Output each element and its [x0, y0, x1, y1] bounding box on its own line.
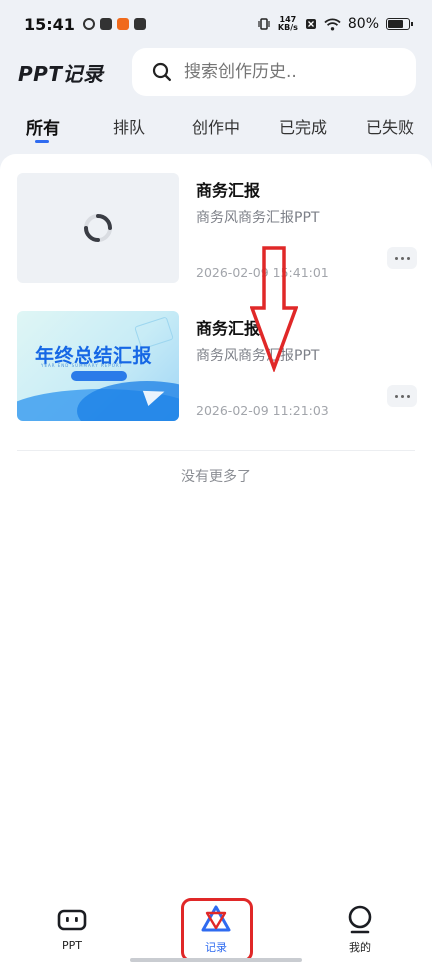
more-options-button[interactable] — [387, 385, 417, 407]
list-divider — [17, 450, 415, 451]
nav-item-profile[interactable]: 我的 — [320, 904, 400, 955]
record-thumbnail-cover: 年终总结汇报 YEAR END SUMMARY REPORT — [17, 311, 179, 421]
record-item[interactable]: 商务汇报 商务风商务汇报PPT 2026-02-09 15:41:01 — [17, 173, 417, 283]
more-dot-icon — [394, 394, 398, 398]
tab-creating[interactable]: 创作中 — [192, 114, 240, 138]
record-list: 商务汇报 商务风商务汇报PPT 2026-02-09 15:41:01 年终总结… — [0, 154, 432, 964]
app-notification-icon — [99, 18, 112, 30]
more-dot-icon — [406, 256, 410, 260]
tab-completed[interactable]: 已完成 — [279, 114, 327, 138]
more-dot-icon — [406, 394, 410, 398]
status-time: 15:41 — [24, 14, 75, 34]
status-tabs: 所有 排队 创作中 已完成 已失败 — [0, 104, 432, 148]
nav-label-profile: 我的 — [349, 941, 371, 954]
vibrate-icon — [258, 18, 270, 30]
notification-icons — [82, 18, 146, 30]
nav-label-ppt: PPT — [62, 939, 82, 952]
battery-percent: 80% — [347, 16, 379, 32]
wifi-icon — [324, 18, 341, 30]
more-dot-icon — [400, 256, 404, 260]
more-options-button[interactable] — [387, 247, 417, 269]
ppt-robot-icon — [57, 909, 87, 931]
search-box[interactable] — [132, 48, 416, 96]
record-thumbnail-loading — [17, 173, 179, 283]
more-dot-icon — [394, 256, 398, 260]
more-dot-icon — [400, 394, 404, 398]
cover-wave — [77, 381, 179, 421]
taobao-notification-icon — [116, 18, 129, 30]
cover-subtitle: YEAR END SUMMARY REPORT — [41, 363, 123, 368]
record-subtitle: 商务风商务汇报PPT — [196, 210, 320, 226]
active-tab-indicator — [35, 140, 49, 143]
record-time: 2026-02-09 11:21:03 — [196, 403, 329, 418]
record-title: 商务汇报 — [196, 181, 261, 200]
list-end-text: 没有更多了 — [181, 469, 251, 485]
status-bar: 15:41 147 KB/s 80% — [0, 0, 432, 48]
net-speed-unit: KB/s — [277, 23, 298, 32]
sync-icon — [82, 18, 95, 30]
tab-queued[interactable]: 排队 — [113, 114, 145, 138]
profile-icon — [348, 905, 372, 934]
loading-spinner-icon — [84, 214, 112, 242]
header: PPT记录 — [0, 48, 432, 96]
tab-failed[interactable]: 已失败 — [366, 114, 414, 138]
page-title: PPT记录 — [18, 61, 104, 86]
no-sim-icon — [305, 19, 316, 29]
tab-all[interactable]: 所有 — [26, 114, 60, 139]
cover-pill — [71, 371, 127, 381]
message-notification-icon — [133, 18, 146, 30]
nav-item-ppt[interactable]: PPT — [32, 904, 112, 952]
home-indicator[interactable] — [130, 958, 302, 962]
search-input[interactable] — [184, 62, 404, 82]
status-right: 147 KB/s 80% — [257, 16, 413, 32]
record-item[interactable]: 年终总结汇报 YEAR END SUMMARY REPORT 商务汇报 商务风商… — [17, 311, 417, 421]
battery-icon — [386, 18, 413, 30]
search-icon — [152, 62, 171, 81]
annotation-highlight-box — [181, 898, 253, 962]
annotation-arrow-icon — [250, 246, 298, 372]
net-speed: 147 KB/s — [278, 16, 298, 32]
